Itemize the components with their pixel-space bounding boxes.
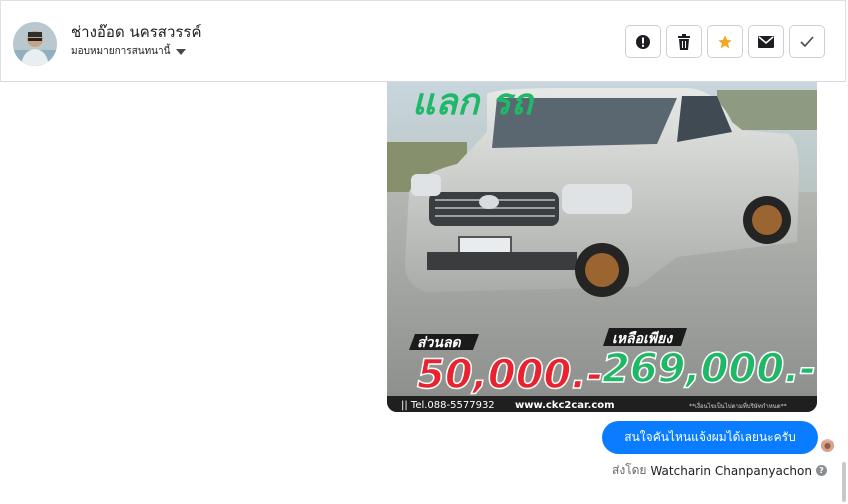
- mark-done-button[interactable]: [789, 25, 825, 58]
- caret-down-icon: [176, 48, 187, 55]
- sent-by-label: ส่งโดย: [612, 463, 647, 477]
- mark-unread-button[interactable]: [748, 25, 784, 58]
- discount-label: ส่วนลด: [417, 335, 462, 351]
- star-icon: [718, 34, 732, 48]
- discount-value: 50,000.-: [417, 352, 603, 398]
- sent-by-line: ส่งโดย Watcharin Chanpanyachon ?: [612, 461, 827, 480]
- car-advert-image[interactable]: ส่วนลด 50,000.- เหลือเพียง 269,000.- แลก…: [387, 82, 817, 412]
- star-button[interactable]: [707, 25, 743, 58]
- ad-phone: || Tel.088-5577932: [401, 400, 495, 411]
- scrollbar[interactable]: [842, 462, 846, 502]
- mail-icon: [758, 35, 774, 48]
- mark-spam-button[interactable]: [625, 25, 661, 58]
- sender-name: Watcharin Chanpanyachon: [650, 463, 812, 478]
- remaining-label: เหลือเพียง: [612, 330, 673, 347]
- message-bubble[interactable]: สนใจคันไหนแจ้งผมได้เลยนะครับ: [602, 421, 818, 454]
- seen-avatar: [821, 439, 834, 452]
- ad-website: www.ckc2car.com: [515, 400, 615, 411]
- price-value: 269,000.-: [602, 346, 816, 392]
- help-icon[interactable]: ?: [815, 465, 827, 476]
- action-toolbar: [625, 25, 825, 58]
- report-icon: [636, 34, 650, 49]
- delete-button[interactable]: [666, 25, 702, 58]
- contact-avatar[interactable]: [13, 22, 57, 66]
- check-icon: [800, 35, 814, 47]
- ad-footnote: **เงื่อนไขเป็นไปตามที่บริษัทกำหนด**: [689, 401, 787, 410]
- contact-name: ช่างอ๊อด นครสวรรค์: [71, 23, 202, 41]
- assign-label: มอบหมายการสนทนานี้: [71, 46, 171, 57]
- trash-icon: [678, 33, 690, 50]
- assign-conversation-dropdown[interactable]: มอบหมายการสนทนานี้: [71, 44, 187, 59]
- conversation-header: ช่างอ๊อด นครสวรรค์ มอบหมายการสนทนานี้: [0, 0, 846, 82]
- ad-headline: แลก รถ: [412, 82, 535, 123]
- message-thread: ส่วนลด 50,000.- เหลือเพียง 269,000.- แลก…: [0, 82, 848, 504]
